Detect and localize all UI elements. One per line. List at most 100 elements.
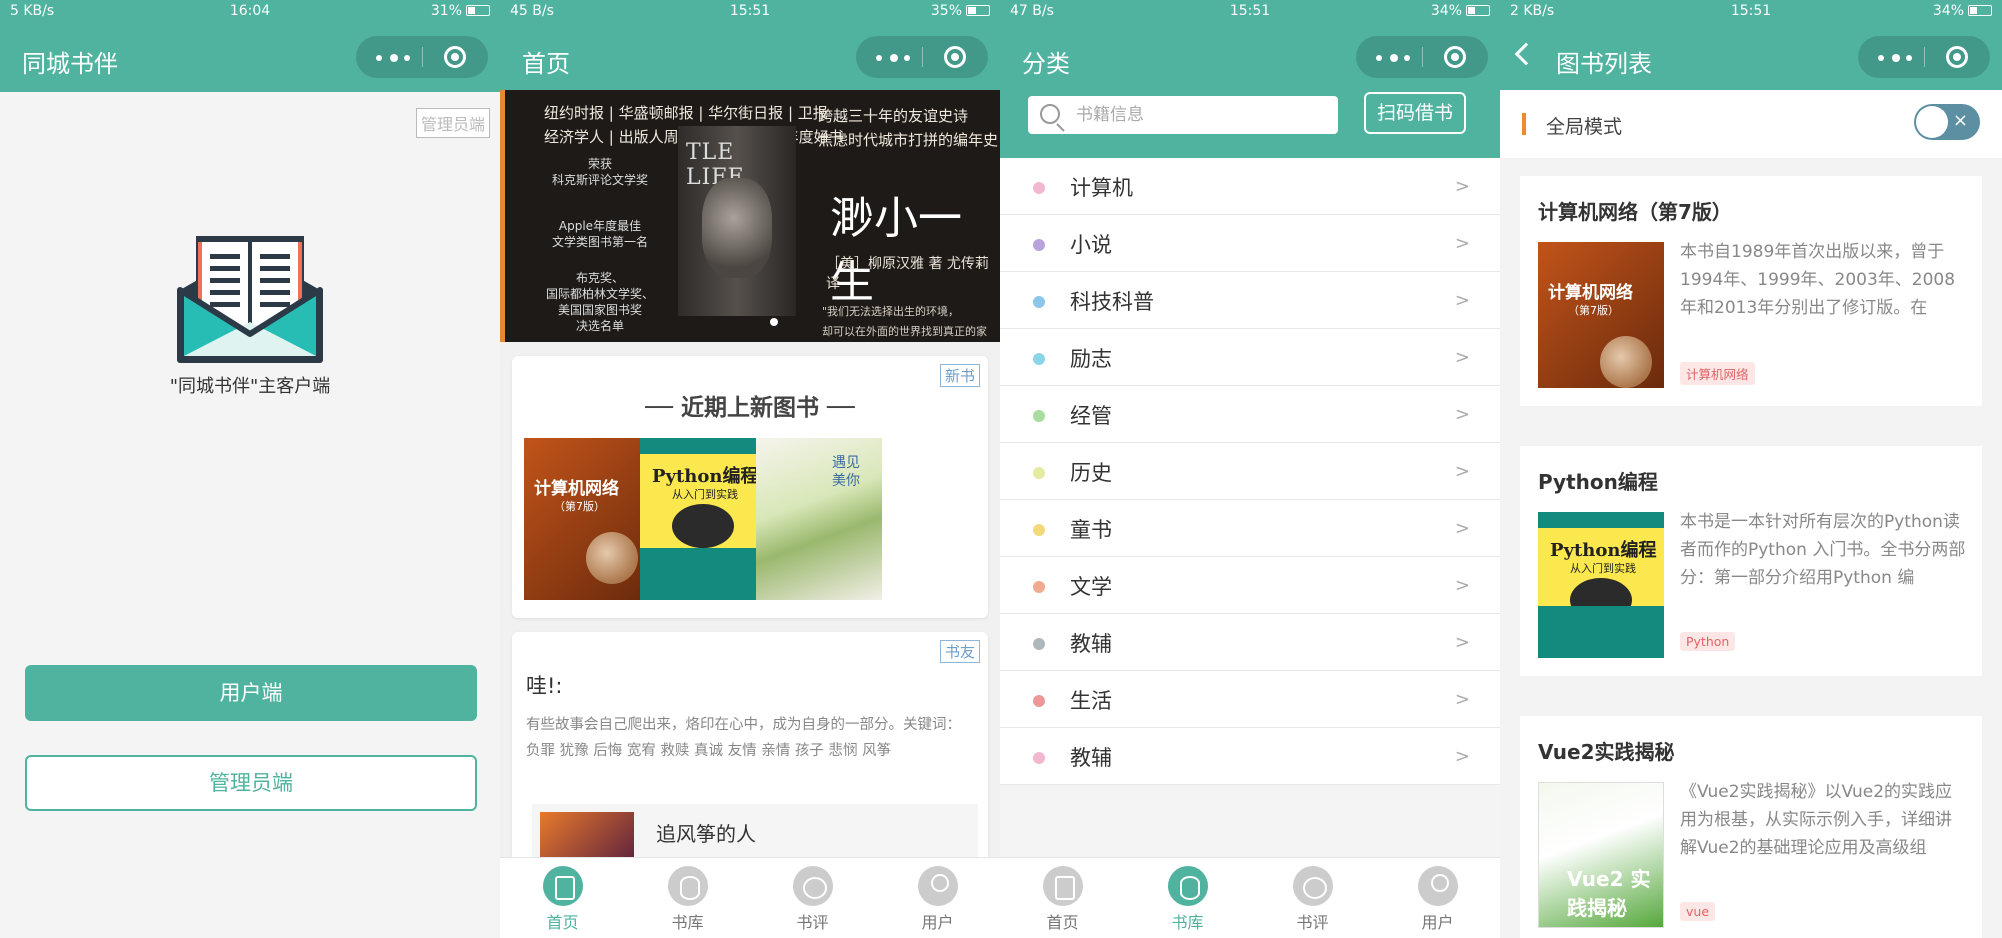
back-icon[interactable]	[1514, 42, 1538, 66]
category-dot-icon	[1033, 353, 1045, 365]
chevron-right-icon: >	[1454, 689, 1470, 710]
search-input[interactable]: 书籍信息	[1028, 96, 1338, 134]
search-bar: 书籍信息 扫码借书	[1000, 90, 1500, 158]
clock: 15:51	[1229, 3, 1271, 19]
nav-bar: 同城书伴	[0, 22, 500, 92]
category-dot-icon	[1033, 296, 1045, 308]
close-mini-program-icon[interactable]	[1946, 46, 1968, 68]
banner-author: ［美］柳原汉雅 著 尤传莉 译	[826, 256, 989, 292]
book-tag: vue	[1680, 902, 1716, 921]
book-cover: 计算机网络 （第7版）	[1538, 242, 1664, 388]
category-item[interactable]: 计算机 >	[1000, 158, 1500, 215]
tab-home[interactable]: 首页	[500, 866, 625, 933]
admin-client-button[interactable]: 管理员端	[25, 755, 477, 811]
tab-user[interactable]: 用户	[1375, 866, 1500, 933]
more-icon[interactable]	[1376, 54, 1412, 62]
library-db-icon	[1167, 866, 1208, 906]
category-item[interactable]: 生活 >	[1000, 671, 1500, 728]
screen-book-list: 2 KB/s 15:51 34% 图书列表 全局模式 × 计算机网络（第7版） …	[1500, 0, 2002, 938]
category-item[interactable]: 童书 >	[1000, 500, 1500, 557]
more-icon[interactable]	[376, 54, 412, 62]
category-name: 教辅	[1070, 632, 1112, 656]
category-item[interactable]: 励志 >	[1000, 329, 1500, 386]
book-description: 本书自1989年首次出版以来，曾于1994年、1999年、2003年、2008年…	[1680, 242, 1956, 318]
close-mini-program-icon[interactable]	[444, 46, 466, 68]
tab-library[interactable]: 书库	[625, 866, 750, 933]
screen-login: 5 KB/s 16:04 31% 同城书伴 管理员端 "同城书伴"主客户端 用户…	[0, 0, 500, 938]
book-tag: 计算机网络	[1680, 362, 1755, 385]
accent-bar	[1522, 113, 1526, 135]
user-icon	[1417, 866, 1458, 906]
chevron-right-icon: >	[1454, 290, 1470, 311]
book-cover: Python编程 从入门到实践	[1538, 512, 1664, 658]
category-item[interactable]: 文学 >	[1000, 557, 1500, 614]
global-mode-row: 全局模式 ×	[1500, 90, 2002, 158]
tab-reviews[interactable]: 书评	[1250, 866, 1375, 933]
banner-award: Apple年度最佳 文学类图书第一名	[551, 219, 648, 249]
app-name: "同城书伴"主客户端	[169, 376, 331, 397]
category-dot-icon	[1033, 410, 1045, 422]
battery-status: 35%	[931, 3, 990, 19]
status-bar: 2 KB/s 15:51 34%	[1500, 0, 2002, 22]
global-mode-toggle[interactable]: ×	[1914, 104, 1980, 140]
book-cover-novel[interactable]: 遇见美你	[756, 438, 882, 600]
chevron-right-icon: >	[1454, 404, 1470, 425]
more-icon[interactable]	[1878, 54, 1914, 62]
post-text: 有些故事会自己爬出来，烙印在心中，成为自身的一部分。关键词：负罪 犹豫 后悔 宽…	[526, 717, 961, 759]
page-title: 同城书伴	[22, 50, 118, 78]
mini-program-capsule	[856, 36, 988, 78]
close-mini-program-icon[interactable]	[1444, 46, 1466, 68]
book-cover-network[interactable]: 计算机网络 （第7版）	[524, 438, 650, 600]
chevron-right-icon: >	[1454, 518, 1470, 539]
category-name: 小说	[1070, 233, 1112, 257]
book-description: 本书是一本针对所有层次的Python读者而作的Python 入门书。全书分两部分…	[1680, 512, 1966, 588]
banner-press-line: 纽约时报 | 华盛顿邮报 | 华尔街日报 | 卫报	[544, 104, 828, 122]
battery-icon	[966, 5, 990, 16]
category-item[interactable]: 历史 >	[1000, 443, 1500, 500]
category-item[interactable]: 教辅 >	[1000, 614, 1500, 671]
nav-bar: 图书列表	[1500, 22, 2002, 92]
battery-icon	[1968, 5, 1992, 16]
search-icon	[1040, 104, 1060, 124]
tab-reviews[interactable]: 书评	[750, 866, 875, 933]
book-cover-python[interactable]: Python编程 从入门到实践	[640, 438, 766, 600]
category-item[interactable]: 经管 >	[1000, 386, 1500, 443]
book-title: Python编程	[1538, 470, 1658, 494]
book-card[interactable]: Python编程 Python编程 从入门到实践 本书是一本针对所有层次的Pyt…	[1520, 446, 1982, 676]
friend-tag: 书友	[939, 640, 980, 663]
chevron-right-icon: >	[1454, 347, 1470, 368]
admin-entry-link[interactable]: 管理员端	[415, 108, 490, 138]
tab-library[interactable]: 书库	[1125, 866, 1250, 933]
book-card[interactable]: Vue2实践揭秘 Vue2 实践揭秘 《Vue2实践揭秘》以Vue2的实践应用为…	[1520, 716, 1982, 938]
book-friend-card[interactable]: 书友 哇!: 有些故事会自己爬出来，烙印在心中，成为自身的一部分。关键词：负罪 …	[512, 632, 988, 874]
user-client-button[interactable]: 用户端	[25, 665, 477, 721]
toggle-off-icon: ×	[1952, 110, 1968, 131]
chevron-right-icon: >	[1454, 461, 1470, 482]
tab-user[interactable]: 用户	[875, 866, 1000, 933]
promo-banner[interactable]: 纽约时报 | 华盛顿邮报 | 华尔街日报 | 卫报 经济学人 | 出版人周报等数…	[500, 90, 1000, 342]
post-book-name: 追风筝的人	[656, 822, 756, 846]
category-dot-icon	[1033, 581, 1045, 593]
home-book-icon	[1042, 866, 1083, 906]
category-item[interactable]: 科技科普 >	[1000, 272, 1500, 329]
tab-home[interactable]: 首页	[1000, 866, 1125, 933]
carousel-indicator[interactable]	[770, 318, 778, 326]
category-dot-icon	[1033, 239, 1045, 251]
category-name: 经管	[1070, 404, 1112, 428]
category-dot-icon	[1033, 524, 1045, 536]
user-icon	[917, 866, 958, 906]
more-icon[interactable]	[876, 54, 912, 62]
scan-borrow-button[interactable]: 扫码借书	[1364, 92, 1466, 134]
post-title: 哇!:	[526, 674, 563, 698]
page-title: 分类	[1022, 50, 1070, 78]
category-item[interactable]: 教辅 >	[1000, 728, 1500, 785]
category-item[interactable]: 小说 >	[1000, 215, 1500, 272]
page-title: 图书列表	[1556, 50, 1652, 78]
category-name: 教辅	[1070, 746, 1112, 770]
close-mini-program-icon[interactable]	[944, 46, 966, 68]
battery-status: 31%	[431, 3, 490, 19]
chevron-right-icon: >	[1454, 575, 1470, 596]
book-card[interactable]: 计算机网络（第7版） 计算机网络 （第7版） 本书自1989年首次出版以来，曾于…	[1520, 176, 1982, 406]
status-bar: 47 B/s 15:51 34%	[1000, 0, 1500, 22]
clock: 16:04	[229, 3, 271, 19]
